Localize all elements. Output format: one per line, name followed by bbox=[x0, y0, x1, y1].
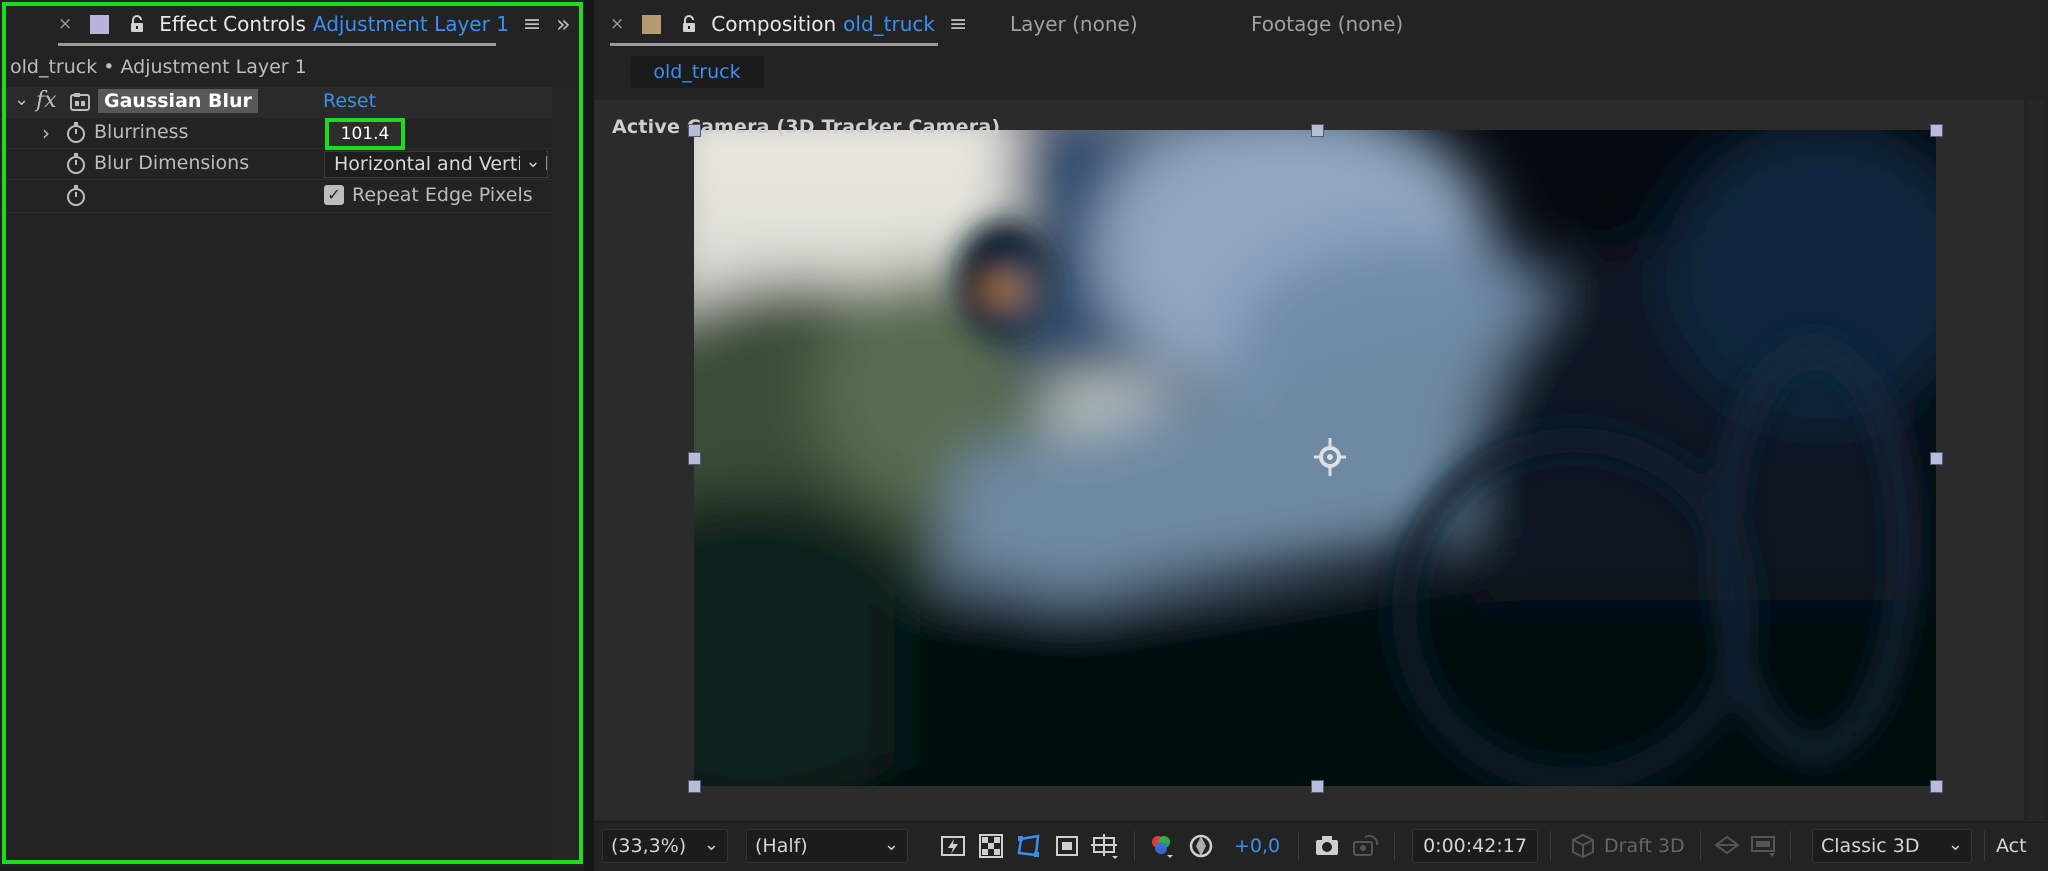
lock-icon[interactable] bbox=[681, 15, 697, 33]
tab-comp-name: old_truck bbox=[843, 12, 935, 36]
toolbar-separator bbox=[1134, 831, 1135, 861]
fx-toggle-icon[interactable]: fx bbox=[36, 88, 57, 113]
guides-grid-icon[interactable] bbox=[1090, 831, 1120, 861]
tab-title: Effect Controls bbox=[159, 12, 306, 36]
close-icon[interactable]: × bbox=[610, 14, 624, 34]
panel-menu-icon[interactable]: ≡ bbox=[949, 12, 967, 37]
property-row-repeat-edge: ✓ Repeat Edge Pixels bbox=[6, 180, 552, 213]
effect-name-label[interactable]: Gaussian Blur bbox=[98, 89, 258, 113]
layer-handle-top-center[interactable] bbox=[1311, 124, 1324, 137]
transparency-grid-icon[interactable] bbox=[976, 831, 1006, 861]
reset-link[interactable]: Reset bbox=[323, 90, 376, 112]
layer-handle-bottom-right[interactable] bbox=[1930, 780, 1943, 793]
active-camera-label: Active Camera (3D Tracker Camera) bbox=[612, 116, 1001, 138]
panel-menu-icon[interactable]: ≡ bbox=[523, 12, 541, 37]
tab-effect-controls[interactable]: × Effect Controls Adjustment Layer 1 ≡ bbox=[58, 0, 541, 48]
label-color-swatch bbox=[90, 14, 110, 34]
fast-previews-icon[interactable] bbox=[938, 831, 968, 861]
blurriness-value-field[interactable]: 101.4 bbox=[325, 118, 405, 150]
stopwatch-icon[interactable] bbox=[66, 122, 86, 149]
effect-controls-tabbar: × Effect Controls Adjustment Layer 1 ≡ » bbox=[0, 0, 584, 48]
region-of-interest-icon[interactable] bbox=[1052, 831, 1082, 861]
layer-breadcrumb: old_truck • Adjustment Layer 1 bbox=[10, 56, 307, 78]
anchor-point-crosshair-icon[interactable] bbox=[1314, 438, 1346, 481]
chevron-down-icon[interactable]: ⌄ bbox=[520, 151, 546, 177]
renderer-dropdown[interactable]: Classic 3D ⌄ bbox=[1812, 829, 1972, 863]
tab-layer[interactable]: Layer (none) bbox=[1010, 0, 1138, 48]
composition-scrollbar[interactable] bbox=[2028, 100, 2044, 820]
composition-panel: × Composition old_truck ≡ Layer (none) F… bbox=[594, 0, 2048, 871]
property-row-blur-dimensions: Blur Dimensions Horizontal and Vertical … bbox=[6, 149, 552, 180]
chevron-down-icon: ⌄ bbox=[1947, 834, 1963, 855]
collapse-chevron-icon[interactable]: ⌄ bbox=[14, 89, 29, 110]
layer-handle-top-left[interactable] bbox=[688, 124, 701, 137]
expand-chevron-icon[interactable]: › bbox=[42, 121, 50, 145]
blur-dimensions-dropdown[interactable]: Horizontal and Vertical bbox=[324, 151, 548, 178]
effect-preset-icon[interactable] bbox=[70, 92, 90, 117]
layer-handle-top-right[interactable] bbox=[1930, 124, 1943, 137]
property-label: Blur Dimensions bbox=[94, 152, 250, 174]
comp-navigator-tab[interactable]: old_truck bbox=[630, 56, 764, 88]
composition-tabbar: × Composition old_truck ≡ Layer (none) F… bbox=[594, 0, 2048, 48]
dropdown-value: Horizontal and Vertical bbox=[334, 153, 548, 175]
draft-3d-label[interactable]: Draft 3D bbox=[1604, 835, 1685, 857]
effect-controls-scrollbar[interactable] bbox=[552, 88, 576, 860]
toolbar-separator bbox=[1984, 831, 1985, 861]
timecode-value: 0:00:42:17 bbox=[1423, 835, 1527, 857]
property-row-blurriness: › Blurriness 101.4 bbox=[6, 118, 552, 150]
close-icon[interactable]: × bbox=[58, 14, 72, 34]
exposure-reset-icon[interactable] bbox=[1186, 831, 1216, 861]
effect-controls-panel: × Effect Controls Adjustment Layer 1 ≡ »… bbox=[0, 0, 584, 867]
panel-splitter[interactable] bbox=[584, 0, 594, 871]
property-label: Blurriness bbox=[94, 121, 189, 143]
magnification-value: (33,3%) bbox=[611, 835, 687, 857]
chevron-down-icon: ⌄ bbox=[883, 834, 899, 855]
tab-title: Composition bbox=[711, 12, 837, 36]
channels-icon[interactable] bbox=[1146, 831, 1176, 861]
snapshot-camera-icon[interactable] bbox=[1312, 831, 1342, 861]
active-tab-underline bbox=[58, 43, 496, 46]
chevron-down-icon: ⌄ bbox=[703, 834, 719, 855]
toolbar-separator bbox=[1394, 831, 1395, 861]
layer-handle-middle-right[interactable] bbox=[1930, 452, 1943, 465]
viewer-toolbar: (33,3%) ⌄ (Half) ⌄ +0,0 0:00:42:17 Draft… bbox=[594, 822, 2048, 871]
repeat-edge-label: Repeat Edge Pixels bbox=[352, 184, 533, 206]
3d-ground-plane-icon[interactable] bbox=[1748, 831, 1778, 861]
resolution-dropdown[interactable]: (Half) ⌄ bbox=[746, 829, 908, 863]
tab-footage[interactable]: Footage (none) bbox=[1251, 0, 1403, 48]
lock-icon[interactable] bbox=[129, 15, 145, 33]
current-time-display[interactable]: 0:00:42:17 bbox=[1412, 829, 1538, 863]
repeat-edge-checkbox[interactable]: ✓ bbox=[324, 185, 344, 205]
mask-path-visibility-icon[interactable] bbox=[1014, 831, 1044, 861]
label-color-swatch bbox=[642, 14, 662, 34]
stopwatch-icon[interactable] bbox=[66, 185, 86, 212]
toolbar-separator bbox=[1700, 831, 1701, 861]
stopwatch-icon[interactable] bbox=[66, 153, 86, 180]
active-tab-underline bbox=[610, 43, 938, 46]
toolbar-separator bbox=[1550, 831, 1551, 861]
layer-handle-bottom-center[interactable] bbox=[1311, 780, 1324, 793]
resolution-value: (Half) bbox=[755, 835, 808, 857]
extended-viewer-icon[interactable] bbox=[1712, 831, 1742, 861]
exposure-value[interactable]: +0,0 bbox=[1234, 835, 1280, 857]
draft-3d-cube-icon[interactable] bbox=[1568, 831, 1598, 861]
tab-layer-name: Adjustment Layer 1 bbox=[312, 12, 509, 36]
layer-handle-middle-left[interactable] bbox=[688, 452, 701, 465]
layer-handle-bottom-left[interactable] bbox=[688, 780, 701, 793]
show-snapshot-icon[interactable] bbox=[1350, 831, 1380, 861]
tab-composition[interactable]: × Composition old_truck ≡ bbox=[610, 0, 967, 48]
magnification-dropdown[interactable]: (33,3%) ⌄ bbox=[602, 829, 728, 863]
toolbar-separator bbox=[1298, 831, 1299, 861]
toolbar-separator bbox=[1790, 831, 1791, 861]
effect-row-gaussian-blur: ⌄ fx Gaussian Blur Reset bbox=[6, 87, 552, 118]
renderer-value: Classic 3D bbox=[1821, 835, 1920, 857]
panel-overflow-icon[interactable]: » bbox=[556, 0, 571, 48]
active-camera-dropdown[interactable]: Act bbox=[1996, 835, 2027, 857]
